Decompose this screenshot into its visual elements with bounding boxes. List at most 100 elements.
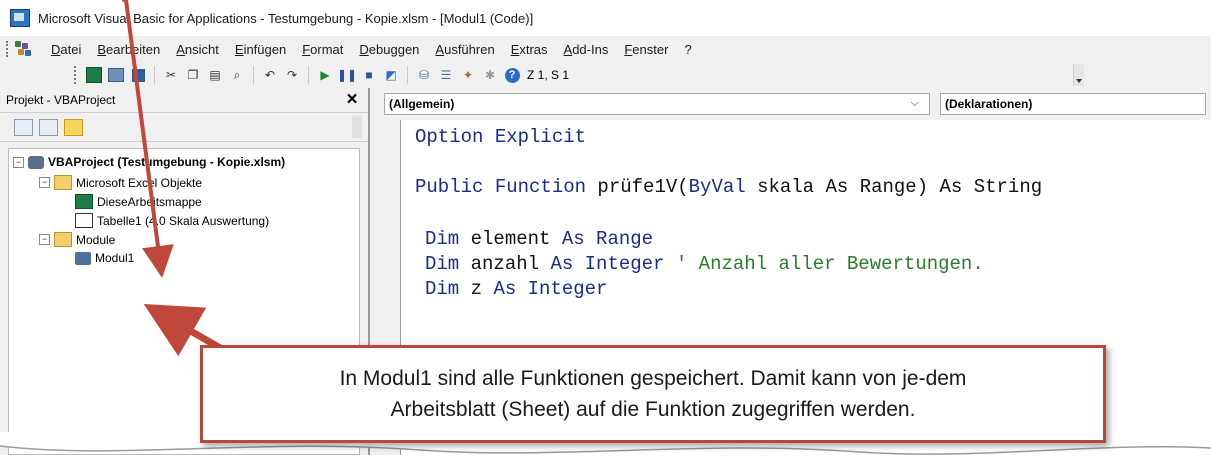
save-icon[interactable] bbox=[129, 66, 147, 84]
project-explorer-header: Projekt - VBAProject × bbox=[0, 88, 368, 113]
cut-icon[interactable]: ✂ bbox=[162, 66, 180, 84]
tree-node-excel-objects[interactable]: − Microsoft Excel Objekte bbox=[39, 175, 202, 190]
toolbar-options-button[interactable] bbox=[1073, 64, 1084, 86]
folder-icon bbox=[54, 232, 72, 247]
menu-extras[interactable]: Extras bbox=[503, 42, 556, 57]
procedure-combo-value: (Deklarationen) bbox=[945, 97, 1033, 111]
tree-node-this-workbook[interactable]: DieseArbeitsmappe bbox=[75, 194, 202, 209]
paste-icon[interactable]: ▤ bbox=[206, 66, 224, 84]
code-text: anzahl bbox=[459, 253, 551, 275]
close-icon[interactable]: × bbox=[342, 89, 362, 110]
tree-label: Microsoft Excel Objekte bbox=[76, 175, 203, 190]
tree-node-sheet[interactable]: Tabelle1 (4.0 Skala Auswertung) bbox=[75, 213, 269, 228]
tree-label: Modul1 bbox=[95, 251, 135, 265]
menu-datei[interactable]: Datei bbox=[43, 42, 89, 57]
code-line: Dim element As Range bbox=[425, 228, 653, 250]
code-line: Dim anzahl As Integer ' Anzahl aller Bew… bbox=[425, 253, 984, 275]
vba-project-icon bbox=[28, 155, 44, 169]
tree-node-modul1[interactable]: Modul1 bbox=[75, 251, 134, 265]
object-combo[interactable]: (Allgemein) ⌵ bbox=[384, 93, 930, 115]
code-text: skala As Range) As String bbox=[745, 176, 1043, 198]
find-icon[interactable]: ⌕ bbox=[228, 66, 246, 84]
tree-label: VBAProject (Testumgebung - Kopie.xlsm) bbox=[48, 155, 286, 169]
collapse-icon[interactable]: − bbox=[13, 156, 24, 168]
worksheet-icon bbox=[75, 213, 93, 228]
annotation-text: In Modul1 sind alle Funktionen gespeiche… bbox=[339, 367, 967, 421]
chevron-down-icon[interactable]: ⌵ bbox=[911, 97, 919, 110]
menu-bar: Datei Bearbeiten Ansicht Einfügen Format… bbox=[0, 36, 1211, 62]
design-mode-icon[interactable]: ◩ bbox=[382, 66, 400, 84]
window-title: Microsoft Visual Basic for Applications … bbox=[38, 10, 534, 26]
code-text: element bbox=[459, 228, 562, 250]
menu-grip[interactable] bbox=[6, 41, 11, 57]
code-keyword: Dim bbox=[425, 228, 460, 250]
menu-einfuegen[interactable]: Einfügen bbox=[227, 42, 294, 57]
collapse-icon[interactable]: − bbox=[39, 234, 50, 245]
tree-label: Tabelle1 (4.0 Skala Auswertung) bbox=[97, 213, 270, 228]
panel-options-button[interactable] bbox=[352, 116, 362, 138]
vba-app-icon bbox=[10, 9, 30, 27]
menu-bearbeiten[interactable]: Bearbeiten bbox=[89, 42, 168, 57]
toolbar-separator bbox=[154, 66, 155, 84]
collapse-icon[interactable]: − bbox=[39, 177, 50, 188]
code-keyword: Dim bbox=[425, 253, 460, 275]
workbook-icon bbox=[75, 194, 93, 209]
toolbar-separator bbox=[253, 66, 254, 84]
code-keyword: ByVal bbox=[688, 176, 746, 198]
menu-format[interactable]: Format bbox=[294, 42, 351, 57]
view-excel-icon[interactable] bbox=[85, 66, 103, 84]
code-keyword: Dim bbox=[425, 278, 460, 300]
view-code-icon[interactable] bbox=[14, 118, 33, 136]
break-icon[interactable]: ❚❚ bbox=[337, 66, 357, 84]
toggle-folders-icon[interactable] bbox=[64, 118, 83, 136]
code-line: Dim z As Integer bbox=[425, 278, 607, 300]
menu-fenster[interactable]: Fenster bbox=[616, 42, 676, 57]
title-bar: Microsoft Visual Basic for Applications … bbox=[0, 0, 1211, 37]
tree-node-modules[interactable]: − Module bbox=[39, 232, 115, 247]
code-text: z bbox=[459, 278, 494, 300]
folder-icon bbox=[54, 175, 72, 190]
redo-icon[interactable]: ↷ bbox=[283, 66, 301, 84]
copy-icon[interactable]: ❐ bbox=[184, 66, 202, 84]
annotation-callout: In Modul1 sind alle Funktionen gespeiche… bbox=[200, 345, 1106, 443]
undo-icon[interactable]: ↶ bbox=[261, 66, 279, 84]
project-explorer-title: Projekt - VBAProject bbox=[6, 93, 116, 107]
cursor-position: Z 1, S 1 bbox=[527, 68, 570, 82]
object-browser-icon[interactable]: ✦ bbox=[459, 66, 477, 84]
menu-ansicht[interactable]: Ansicht bbox=[168, 42, 227, 57]
procedure-combo[interactable]: (Deklarationen) bbox=[940, 93, 1206, 115]
project-explorer-toolbar bbox=[0, 113, 368, 142]
code-keyword: Public Function bbox=[415, 176, 587, 198]
run-icon[interactable]: ▶ bbox=[316, 66, 334, 84]
toolbar-grip[interactable] bbox=[74, 66, 79, 84]
menu-add-ins[interactable]: Add-Ins bbox=[556, 42, 617, 57]
toolbar-separator bbox=[308, 66, 309, 84]
standard-toolbar: ✂ ❐ ▤ ⌕ ↶ ↷ ▶ ❚❚ ■ ◩ ⛁ ☰ ✦ ✱ ? Z 1, S 1 bbox=[0, 62, 1211, 89]
reset-icon[interactable]: ■ bbox=[360, 66, 378, 84]
code-line: Option Explicit bbox=[415, 126, 586, 148]
code-keyword: As Range bbox=[561, 228, 654, 250]
help-icon[interactable]: ? bbox=[503, 66, 521, 84]
module-icon bbox=[75, 251, 91, 265]
tree-node-vbaproject[interactable]: − VBAProject (Testumgebung - Kopie.xlsm) bbox=[13, 155, 285, 169]
project-explorer-icon[interactable]: ⛁ bbox=[415, 66, 433, 84]
toolbox-icon[interactable]: ✱ bbox=[481, 66, 499, 84]
tree-label: Module bbox=[76, 232, 116, 247]
insert-userform-icon[interactable] bbox=[107, 66, 125, 84]
view-object-icon[interactable] bbox=[39, 118, 58, 136]
code-keyword: As Integer bbox=[493, 278, 608, 300]
toolbar-separator bbox=[407, 66, 408, 84]
menu-ausfuehren[interactable]: Ausführen bbox=[427, 42, 502, 57]
menu-help[interactable]: ? bbox=[676, 42, 699, 57]
code-keyword: As Integer bbox=[550, 253, 665, 275]
menu-debuggen[interactable]: Debuggen bbox=[351, 42, 427, 57]
tree-label: DieseArbeitsmappe bbox=[97, 194, 202, 209]
code-keyword: Option Explicit bbox=[415, 126, 587, 148]
object-combo-value: (Allgemein) bbox=[389, 97, 455, 111]
code-line: Public Function prüfe1V(ByVal skala As R… bbox=[415, 176, 1042, 198]
code-combo-bar: (Allgemein) ⌵ (Deklarationen) bbox=[370, 88, 1211, 120]
code-text: prüfe1V( bbox=[586, 176, 689, 198]
properties-icon[interactable]: ☰ bbox=[437, 66, 455, 84]
code-comment: ' Anzahl aller Bewertungen. bbox=[675, 253, 984, 275]
